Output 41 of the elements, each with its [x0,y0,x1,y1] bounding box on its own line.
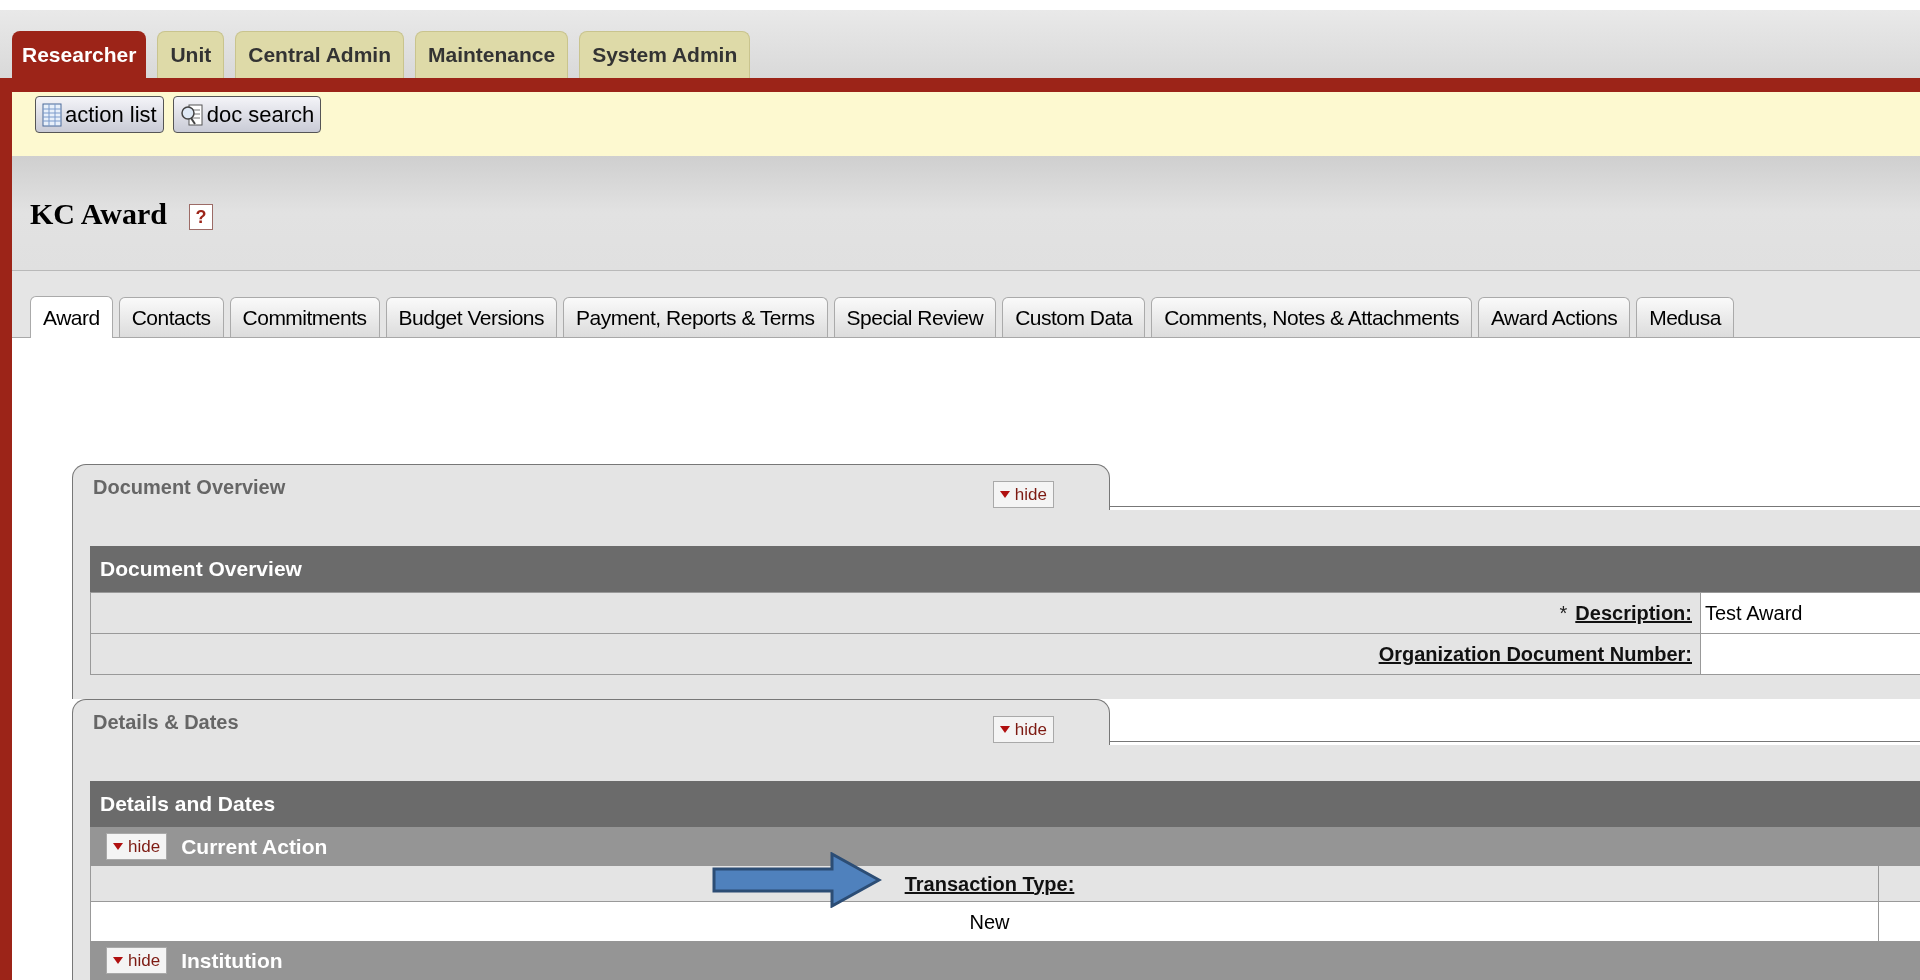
spreadsheet-icon [42,102,62,127]
hide-button[interactable]: hide [106,833,168,860]
caret-icon [113,957,123,964]
doc-search-button[interactable]: doc search [172,96,322,133]
table-header: Details and Dates [90,781,1920,827]
action-list-button[interactable]: action list [35,96,164,133]
module-tab[interactable]: Researcher [12,31,147,78]
module-tab[interactable]: Central Admin [235,31,404,78]
page-title: KC Award [30,195,167,232]
page-tab[interactable]: Contacts [118,297,224,337]
page-tab[interactable]: Payment, Reports & Terms [563,297,828,337]
table-cell-text: New [969,909,1010,935]
page-tab[interactable]: Special Review [833,297,997,337]
table-header: Document Overview [90,546,1920,592]
page-tab[interactable]: Award Actions [1477,297,1631,337]
field-label: Description: [1575,601,1692,626]
hide-button[interactable]: hide [992,716,1054,743]
caret-icon [999,726,1010,733]
subsection-title: Institution [181,947,283,974]
page-tab[interactable]: Budget Versions [385,297,557,337]
required-marker: * [1559,601,1568,626]
module-tab[interactable]: Maintenance [415,31,569,78]
section-title: Details & Dates [93,710,239,735]
page-tab[interactable]: Award [30,296,113,338]
search-icon [179,101,204,128]
module-tab[interactable]: System Admin [579,31,751,78]
module-tab[interactable]: Unit [157,31,225,78]
page-tab[interactable]: Commitments [229,297,380,337]
page-tab[interactable]: Medusa [1636,297,1734,337]
hide-button[interactable]: hide [992,481,1054,508]
page-tab[interactable]: Comments, Notes & Attachments [1151,297,1472,337]
caret-icon [113,843,123,850]
help-button[interactable]: ? [188,204,213,230]
section-title: Document Overview [93,475,286,500]
table-cell: Test Award [1701,593,1920,633]
caret-icon [999,491,1010,498]
field-label: Organization Document Number: [1378,642,1692,667]
hide-button[interactable]: hide [106,947,168,974]
page-tab[interactable]: Custom Data [1002,297,1146,337]
subsection-title: Current Action [181,833,328,860]
column-header: Transaction Type: [904,871,1075,897]
